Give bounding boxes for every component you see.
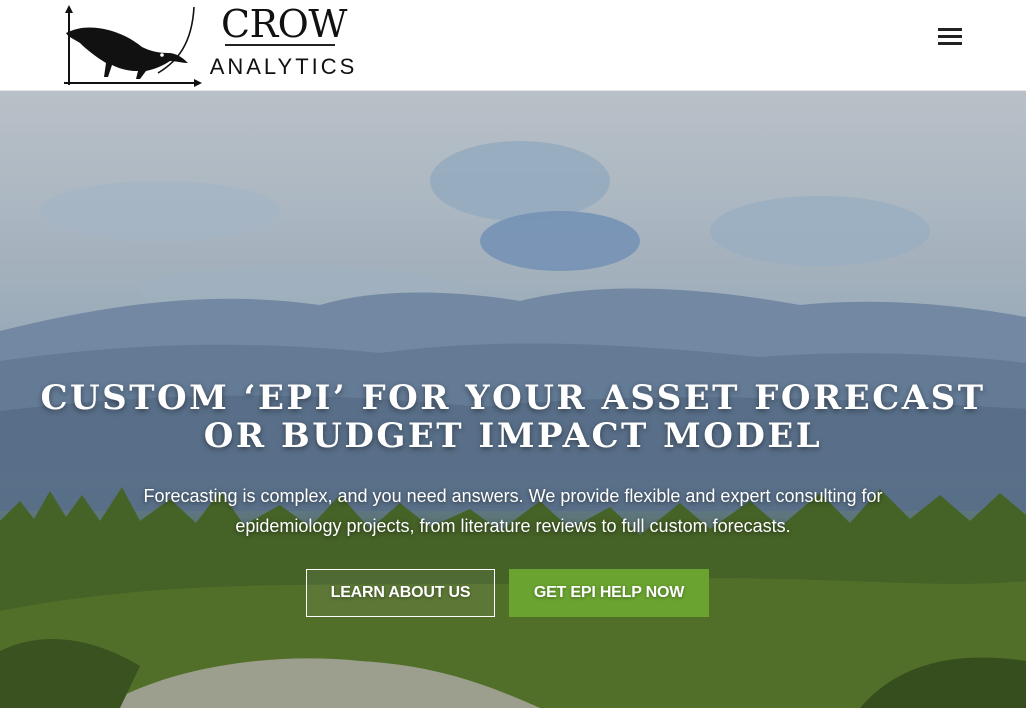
get-epi-help-button[interactable]: GET EPI HELP NOW <box>509 569 709 617</box>
menu-bar-top <box>938 28 962 31</box>
hero-heading-line-2: OR BUDGET IMPACT MODEL <box>203 416 823 456</box>
site-header: CROW ANALYTICS <box>0 0 1026 91</box>
crow-chart-logo-icon <box>64 5 202 87</box>
hero-content: CUSTOM ‘EPI’ FOR YOUR ASSET FORECAST OR … <box>0 379 1026 541</box>
hero-heading-line-1: CUSTOM ‘EPI’ FOR YOUR ASSET FORECAST <box>40 378 986 418</box>
hero-subtitle-line-2: epidemiology projects, from literature r… <box>235 516 791 536</box>
menu-bar-middle <box>938 35 962 38</box>
hero-section: CUSTOM ‘EPI’ FOR YOUR ASSET FORECAST OR … <box>0 91 1026 708</box>
hero-subtitle-line-1: Forecasting is complex, and you need ans… <box>143 486 883 506</box>
menu-bar-bottom <box>938 42 962 45</box>
crow-analytics-logo[interactable]: CROW ANALYTICS <box>58 3 363 89</box>
logo-divider <box>225 44 335 46</box>
logo-wordmark-crow: CROW <box>221 2 347 46</box>
logo-wordmark-analytics: ANALYTICS <box>209 54 358 79</box>
hero-heading: CUSTOM ‘EPI’ FOR YOUR ASSET FORECAST OR … <box>0 379 1026 455</box>
hamburger-menu-icon[interactable] <box>936 26 964 48</box>
learn-about-us-button[interactable]: LEARN ABOUT US <box>306 569 495 617</box>
hero-subtitle: Forecasting is complex, and you need ans… <box>93 481 933 541</box>
hero-cta-group: LEARN ABOUT US GET EPI HELP NOW <box>0 569 1026 617</box>
